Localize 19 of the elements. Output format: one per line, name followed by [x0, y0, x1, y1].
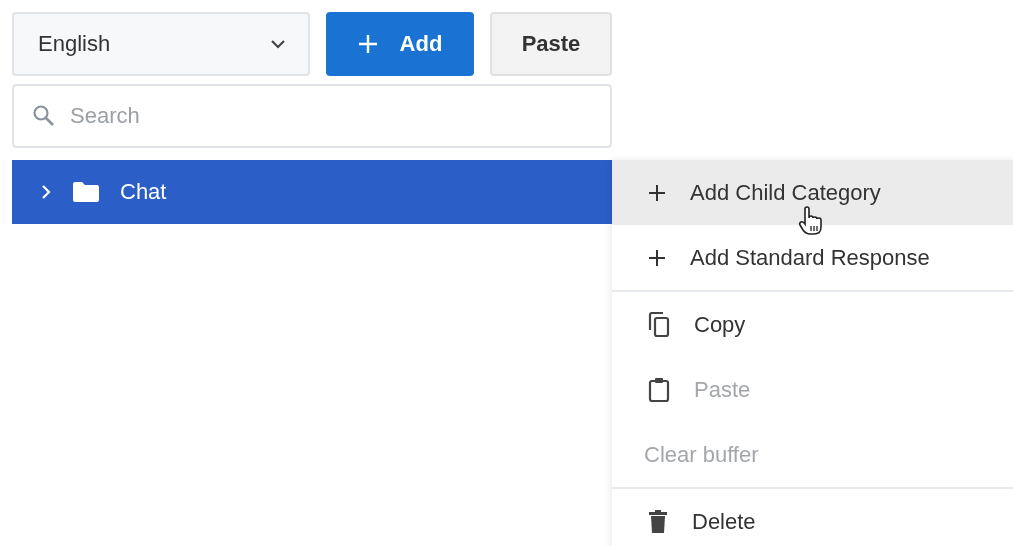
copy-icon: [648, 311, 670, 338]
tree-item[interactable]: Chat: [12, 160, 612, 224]
trash-icon: [648, 509, 668, 534]
menu-item[interactable]: Delete: [612, 489, 1013, 546]
plus-icon: [648, 248, 666, 267]
language-select[interactable]: English: [12, 12, 310, 76]
plus-icon: [648, 183, 666, 202]
menu-item[interactable]: Add Standard Response: [612, 225, 1013, 290]
chevron-right-icon: [40, 184, 52, 200]
menu-item[interactable]: Copy: [612, 292, 1013, 357]
menu-item[interactable]: Add Child Category: [612, 160, 1013, 225]
add-button[interactable]: Add: [326, 12, 474, 76]
chevron-down-icon: [270, 39, 286, 49]
plus-icon: [357, 34, 378, 54]
clipboard-icon: [648, 376, 670, 403]
search-field[interactable]: Search: [12, 84, 612, 148]
paste-button[interactable]: Paste: [490, 12, 612, 76]
hand-cursor-icon: [798, 206, 824, 236]
folder-icon: [72, 181, 100, 203]
